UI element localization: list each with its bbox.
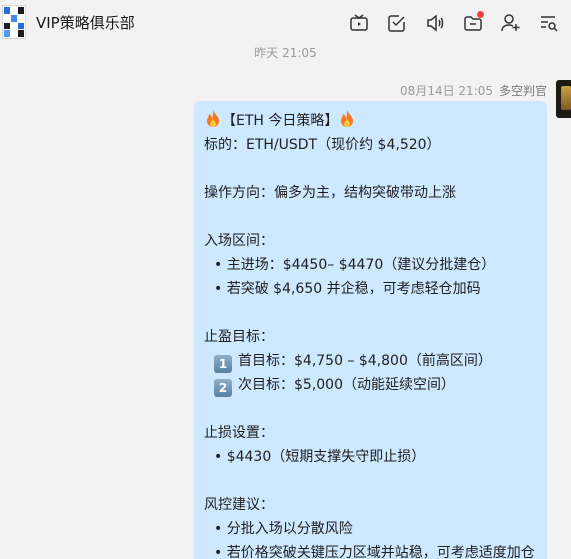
risk-item: • 若价格突破关键压力区域并站稳，可考虑适度加仓	[214, 545, 535, 559]
message-timestamp: 08月14日 21:05	[400, 84, 493, 98]
tv-icon[interactable]	[347, 11, 371, 35]
take-profit-heading: 止盈目标：	[204, 329, 274, 345]
direction-line: 操作方向：偏多为主，结构突破带动上涨	[204, 185, 456, 201]
add-user-icon[interactable]	[499, 11, 523, 35]
entry-heading: 入场区间：	[204, 233, 274, 249]
checkbox-icon[interactable]	[385, 11, 409, 35]
speaker-icon[interactable]	[423, 11, 447, 35]
take-profit-item: 2 次目标：$5,000（动能延续空间）	[204, 373, 537, 397]
stop-loss-item: • $4430（短期支撑失守即止损）	[214, 449, 426, 465]
keycap-2-icon: 2	[214, 379, 232, 397]
notification-dot	[477, 11, 484, 18]
risk-item: • 分批入场以分散风险	[214, 521, 353, 537]
take-profit-item: 1 首目标：$4,750 – $4,800（前高区间）	[204, 349, 537, 373]
chat-header: VIP策略俱乐部	[0, 0, 571, 44]
risk-heading: 风控建议：	[204, 497, 274, 513]
folder-icon[interactable]	[461, 11, 485, 35]
list-search-icon[interactable]	[537, 11, 561, 35]
symbol-line: 标的：ETH/USDT（现价约 $4,520）	[204, 137, 441, 153]
message-title: 【ETH 今日策略】	[222, 113, 339, 129]
group-avatar[interactable]	[2, 5, 26, 39]
header-toolbar	[347, 10, 561, 36]
time-divider: 昨天 21:05	[254, 46, 317, 60]
stop-loss-heading: 止损设置：	[204, 425, 274, 441]
sender-name[interactable]: 多空判官	[499, 84, 547, 98]
message-bubble[interactable]: 【ETH 今日策略】 标的：ETH/USDT（现价约 $4,520） 操作方向：…	[194, 101, 547, 559]
message-meta: 08月14日 21:05 多空判官	[400, 82, 547, 99]
fire-icon	[341, 110, 354, 127]
chat-title: VIP策略俱乐部	[36, 14, 135, 32]
sender-avatar[interactable]	[556, 80, 571, 118]
entry-item: • 主进场：$4450– $4470（建议分批建仓）	[214, 257, 496, 273]
entry-item: • 若突破 $4,650 并企稳，可考虑轻仓加码	[214, 281, 481, 297]
fire-icon	[207, 110, 219, 127]
message-title-line: 【ETH 今日策略】	[204, 109, 537, 133]
keycap-1-icon: 1	[214, 355, 232, 373]
